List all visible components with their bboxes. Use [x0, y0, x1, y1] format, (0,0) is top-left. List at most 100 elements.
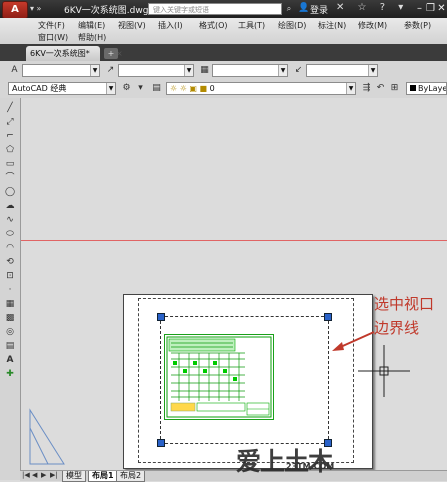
- menu-dimension[interactable]: 标注(N): [318, 20, 346, 31]
- chevron-down-icon: ▼: [346, 83, 355, 94]
- make-current-layer-icon[interactable]: ⇶: [360, 82, 373, 95]
- chevron-down-icon: ▼: [106, 83, 115, 94]
- point-icon[interactable]: ·: [3, 284, 17, 296]
- watermark-url: 23TM.COM: [286, 462, 335, 471]
- new-tab-button[interactable]: +: [104, 48, 118, 59]
- dimension-style-dropdown[interactable]: ▼: [118, 64, 194, 77]
- chevron-down-icon: ▼: [278, 65, 287, 76]
- region-icon[interactable]: ◎: [3, 326, 17, 338]
- document-tab[interactable]: 6KV一次系统图* ×: [26, 46, 123, 61]
- draw-toolbar: ╱ ⤢ ⌐ ⬠ ▭ ⌒ ◯ ☁ ∿ ⬭ ◠ ⟲ ⊡ · ▦ ▩ ◎ ▤ A ✚: [0, 98, 21, 480]
- menu-parameters[interactable]: 参数(P): [404, 20, 431, 31]
- annotation-callout: 选中视口 边界线: [374, 292, 434, 340]
- color-swatch: [410, 85, 416, 91]
- layer-state-icons: ☼ ☼ ▣ ■: [170, 84, 210, 93]
- add-selected-icon[interactable]: ✚: [3, 368, 17, 380]
- viewport-grip-top-right[interactable]: [324, 313, 332, 321]
- insert-block-icon[interactable]: ⟲: [3, 256, 17, 268]
- crosshair-cursor-icon: [358, 345, 410, 397]
- ellipse-icon[interactable]: ⬭: [3, 228, 17, 240]
- text-style-icon[interactable]: A: [8, 64, 21, 77]
- table-style-icon[interactable]: ▦: [198, 64, 211, 77]
- layer-match-icon[interactable]: ⊞: [388, 82, 401, 95]
- hatch-icon[interactable]: ▦: [3, 298, 17, 310]
- viewport-grip-top-left[interactable]: [157, 313, 165, 321]
- workspace-settings-icon[interactable]: ⚙: [120, 82, 133, 95]
- menu-help[interactable]: 帮助(H): [78, 32, 106, 43]
- table-style-dropdown[interactable]: ▼: [212, 64, 288, 77]
- gradient-icon[interactable]: ▩: [3, 312, 17, 324]
- make-block-icon[interactable]: ⊡: [3, 270, 17, 282]
- window-title: 6KV一次系统图.dwg: [64, 6, 149, 16]
- window-controls: – ❐ ✕: [414, 1, 447, 16]
- menu-edit[interactable]: 编辑(E): [78, 20, 105, 31]
- annotation-line-2: 边界线: [374, 319, 420, 337]
- watermark-logo: 爱上土木: [236, 447, 333, 476]
- text-style-dropdown[interactable]: ▼: [22, 64, 100, 77]
- search-input[interactable]: 键入关键字或短语: [148, 3, 282, 15]
- multileader-style-dropdown[interactable]: ▼: [306, 64, 378, 77]
- multileader-style-icon[interactable]: ↙: [292, 64, 305, 77]
- multiline-text-icon[interactable]: A: [3, 354, 17, 366]
- search-icon[interactable]: ⌕: [283, 3, 295, 15]
- application-menu-button[interactable]: A: [2, 1, 28, 19]
- table-icon[interactable]: ▤: [3, 340, 17, 352]
- document-tab-bar: 6KV一次系统图* × +: [0, 44, 447, 61]
- ellipse-arc-icon[interactable]: ◠: [3, 242, 17, 254]
- rectangle-icon[interactable]: ▭: [3, 158, 17, 170]
- layer-dropdown[interactable]: ☼ ☼ ▣ ■ 0 ▼: [166, 82, 356, 95]
- menu-view[interactable]: 视图(V): [118, 20, 146, 31]
- viewport-grip-bottom-left[interactable]: [157, 439, 165, 447]
- ucs-icon: [29, 408, 65, 465]
- last-tab-button[interactable]: ▶|: [50, 471, 58, 479]
- layout-tab-bar: |◀ ◀ ▶ ▶| 模型 布局1 布局2: [20, 470, 447, 482]
- previous-tab-button[interactable]: ◀: [32, 471, 37, 479]
- workspace-value: AutoCAD 经典: [12, 84, 67, 93]
- line-icon[interactable]: ╱: [3, 102, 17, 114]
- login-button[interactable]: 登录: [310, 3, 328, 16]
- titlebar-tool-icons[interactable]: ✕ ☆ ? ▾: [336, 2, 408, 13]
- dim-style-icon[interactable]: ↗: [104, 64, 117, 77]
- color-dropdown[interactable]: ByLayer: [406, 82, 447, 95]
- color-value: ByLayer: [418, 84, 447, 93]
- close-icon[interactable]: ✕: [436, 1, 447, 16]
- revision-cloud-icon[interactable]: ☁: [3, 200, 17, 212]
- polygon-icon[interactable]: ⬠: [3, 144, 17, 156]
- drawing-guide-line: [21, 240, 447, 241]
- polyline-icon[interactable]: ⌐: [3, 130, 17, 142]
- chevron-down-icon: ▼: [184, 65, 193, 76]
- menu-bar: 文件(F) 编辑(E) 视图(V) 插入(I) 格式(O) 工具(T) 绘图(D…: [0, 18, 447, 45]
- annotation-line-1: 选中视口: [374, 295, 435, 313]
- document-tab-label: 6KV一次系统图*: [30, 49, 90, 58]
- schematic-drawing: [164, 334, 274, 420]
- styles-toolbar: A ▼ ↗ ▼ ▦ ▼ ↙ ▼: [0, 61, 447, 81]
- chevron-down-icon: ▼: [90, 65, 99, 76]
- menu-modify[interactable]: 修改(M): [358, 20, 387, 31]
- menu-insert[interactable]: 插入(I): [158, 20, 183, 31]
- customize-icon[interactable]: ▾: [134, 82, 147, 95]
- layers-toolbar: AutoCAD 经典 ▼ ⚙ ▾ ▤ ☼ ☼ ▣ ■ 0 ▼ ⇶ ↶ ⊞ ByLa…: [0, 80, 447, 99]
- title-bar: A ▾ » 6KV一次系统图.dwg 键入关键字或短语 ⌕ 👤 登录 ✕ ☆ ?…: [0, 0, 447, 19]
- spline-icon[interactable]: ∿: [3, 214, 17, 226]
- quick-access-toolbar[interactable]: ▾ »: [30, 4, 41, 13]
- next-tab-button[interactable]: ▶: [41, 471, 46, 479]
- arc-icon[interactable]: ⌒: [3, 172, 17, 184]
- minimize-icon[interactable]: –: [414, 1, 425, 16]
- construction-line-icon[interactable]: ⤢: [3, 116, 17, 128]
- menu-tools[interactable]: 工具(T): [238, 20, 265, 31]
- circle-icon[interactable]: ◯: [3, 186, 17, 198]
- menu-file[interactable]: 文件(F): [38, 20, 65, 31]
- layer-previous-icon[interactable]: ↶: [374, 82, 387, 95]
- menu-window[interactable]: 窗口(W): [38, 32, 68, 43]
- workspace-dropdown[interactable]: AutoCAD 经典 ▼: [8, 82, 116, 95]
- tab-model[interactable]: 模型: [62, 471, 86, 482]
- menu-format[interactable]: 格式(O): [199, 20, 228, 31]
- user-icon[interactable]: 👤: [298, 3, 309, 13]
- first-tab-button[interactable]: |◀: [22, 471, 30, 479]
- restore-icon[interactable]: ❐: [425, 1, 436, 16]
- tab-layout2[interactable]: 布局2: [116, 471, 146, 482]
- menu-draw[interactable]: 绘图(D): [278, 20, 306, 31]
- layer-name: 0: [209, 84, 215, 93]
- layer-properties-icon[interactable]: ▤: [150, 82, 163, 95]
- tab-layout1[interactable]: 布局1: [88, 471, 118, 482]
